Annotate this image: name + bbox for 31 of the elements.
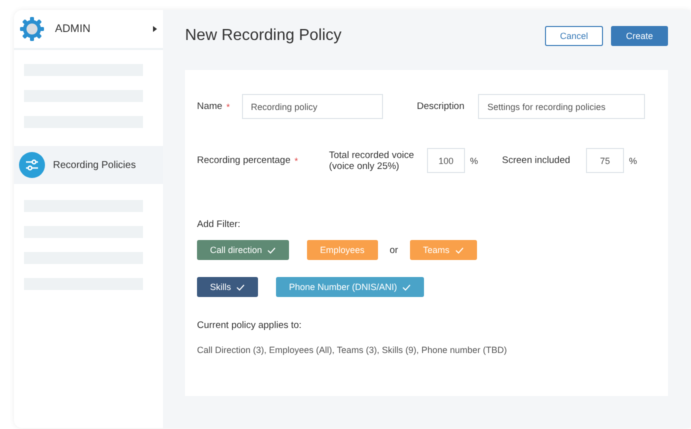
summary-text: Call Direction (3), Employees (All), Teams (3), Skills (9), Phone number (TBD) [197,345,508,355]
section-label: Current policy applies to: [197,320,303,331]
caret-icon[interactable] [153,26,157,32]
field-label: Name [197,101,222,112]
filter-chip[interactable]: Call direction [197,240,290,260]
check-icon [236,284,246,290]
check-icon [402,284,412,290]
cancel-button[interactable]: Cancel [545,26,603,46]
unit-label: % [470,156,478,166]
required-mark: * [226,102,230,112]
connector-label: or [390,244,398,256]
check-icon [454,246,464,254]
input-field[interactable]: Settings for recording policies [478,94,646,119]
input-field[interactable]: 100 [427,148,465,173]
field-label: Recording percentage [197,155,290,166]
page-title: New Recording Policy [185,27,342,45]
input-field[interactable]: 75 [586,148,624,173]
filter-chip[interactable]: Skills [197,277,258,297]
section-label: Add Filter: [197,219,242,230]
field-label: Description [416,101,464,112]
sidebar-item[interactable]: Recording Policies [14,146,163,184]
gear-icon [19,16,45,42]
field-label: Screen included [502,155,572,166]
input-field[interactable]: Recording policy [242,94,383,119]
unit-label: % [629,156,638,166]
required-mark: * [294,156,298,166]
create-button[interactable]: Create [611,26,668,46]
check-icon [267,246,276,254]
field-label: Total recorded voice (voice only 25%) [329,150,416,172]
sliders-icon [19,152,45,178]
sidebar-title: ADMIN [55,23,92,35]
